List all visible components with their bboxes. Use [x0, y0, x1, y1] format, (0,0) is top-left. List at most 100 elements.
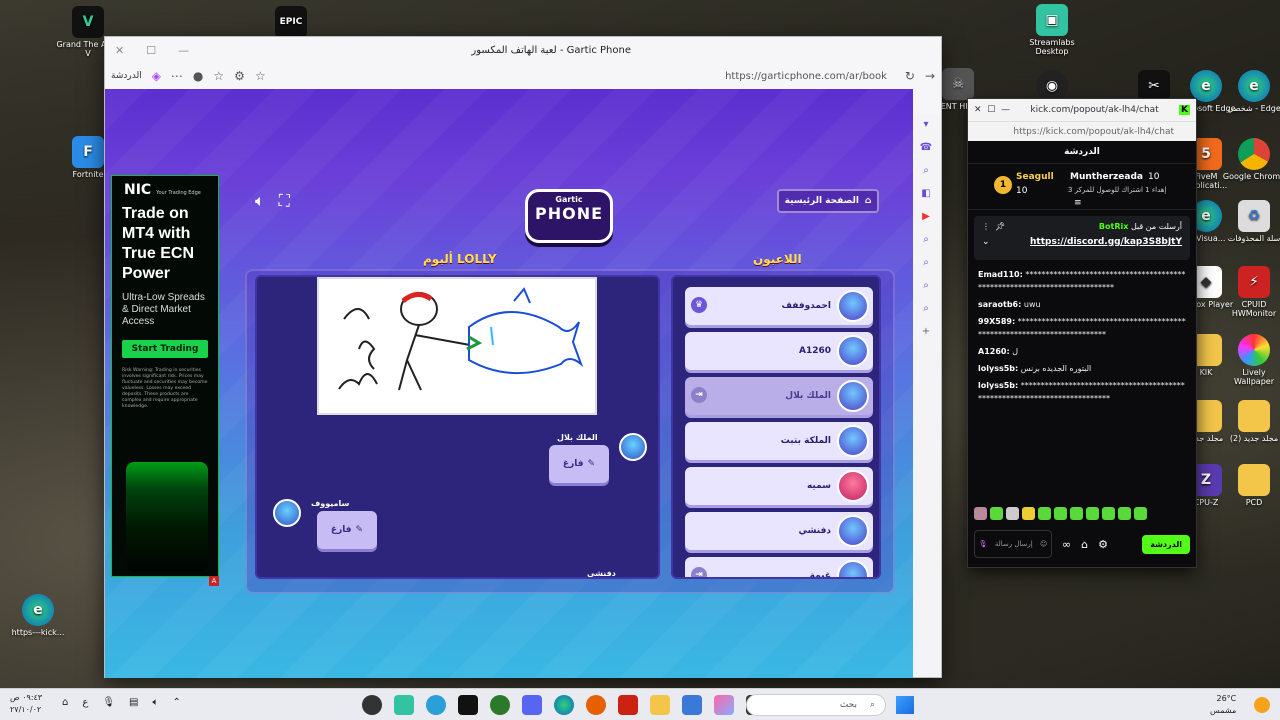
extensions-icon[interactable]: ⚙: [234, 69, 245, 83]
ad-banner[interactable]: NIC Your Trading Edge Trade on MT4 with …: [111, 175, 219, 577]
more-icon[interactable]: ⋯: [171, 69, 183, 83]
desktop-icon-pcd[interactable]: PCD: [1222, 464, 1280, 507]
player-row: A1260: [685, 332, 873, 370]
chat-input-bar: 🎙︎ إرسال رسالة ☺ ∞ ⌂ ⚙ الدردشة: [974, 529, 1190, 559]
network-icon[interactable]: ▤: [129, 697, 138, 708]
filter-icon[interactable]: ≡: [1074, 198, 1082, 208]
desktop-icon-kick-shortcut[interactable]: e https---kick...: [6, 594, 70, 637]
sidebar-app-icon[interactable]: ◧: [921, 188, 930, 199]
emote-icon[interactable]: [990, 507, 1003, 520]
ad-brand: NIC Your Trading Edge: [124, 182, 201, 198]
weather[interactable]: 26°C مشمس: [1210, 693, 1236, 717]
home-button[interactable]: الصفحة الرئيسية ⌂: [777, 189, 879, 213]
xbox-taskbar-icon[interactable]: [490, 695, 510, 715]
sidebar-search-icon-4[interactable]: ⌕: [923, 280, 929, 291]
leader-name: Seagull: [1016, 172, 1054, 182]
ad-choices-icon[interactable]: A: [209, 576, 219, 586]
desktop-icon-lively[interactable]: Lively Wallpaper: [1222, 334, 1280, 386]
infinity-icon[interactable]: ∞: [1062, 538, 1071, 551]
chat-message: 99X589: ********************************…: [978, 317, 1186, 339]
pinned-link[interactable]: https://discord.gg/kap3S8bJtY: [1030, 237, 1182, 247]
maximize-icon[interactable]: ☐: [146, 44, 156, 57]
language-icon[interactable]: ع: [82, 697, 88, 708]
sidebar-search-icon-5[interactable]: ⌕: [923, 303, 929, 314]
desktop-icon-label: KIK: [1199, 368, 1213, 377]
send-chat-button[interactable]: الدردشة: [1142, 534, 1190, 554]
obs-taskbar-icon[interactable]: [362, 695, 382, 715]
fullscreen-icon[interactable]: ⛶: [279, 191, 290, 211]
emote-icon[interactable]: [1006, 507, 1019, 520]
epic-taskbar-icon[interactable]: [458, 695, 478, 715]
desktop-icon-hwmonitor[interactable]: ⚡ CPUID HWMonitor: [1222, 266, 1280, 318]
settings-icon[interactable]: ⚙: [1098, 538, 1108, 551]
kick-player-icon[interactable]: ⇥: [691, 387, 707, 403]
taskbar-search[interactable]: بحث ⌕: [746, 694, 886, 716]
reload-icon[interactable]: ↻: [905, 69, 915, 83]
discord-taskbar-icon[interactable]: [522, 695, 542, 715]
emote-icon[interactable]: [1086, 507, 1099, 520]
browser-window: ✕ ☐ — لعبة الهاتف المكسور - Gartic Phone…: [104, 36, 942, 678]
sidebar-search-icon-3[interactable]: ⌕: [923, 257, 929, 268]
copilot-taskbar-icon[interactable]: [714, 695, 734, 715]
volume-icon[interactable]: 🔈︎: [152, 697, 158, 708]
copilot-icon[interactable]: ◈: [152, 69, 161, 83]
chevron-up-icon[interactable]: ⌃: [172, 697, 180, 708]
mic-icon[interactable]: 🎙︎: [102, 697, 115, 708]
forward-icon[interactable]: →: [925, 69, 935, 83]
store-icon[interactable]: ⌂: [1081, 538, 1088, 551]
emote-icon[interactable]: [1022, 507, 1035, 520]
start-icon[interactable]: [896, 696, 914, 714]
acrobat-taskbar-icon[interactable]: [618, 695, 638, 715]
url-field[interactable]: https://garticphone.com/ar/book: [276, 71, 895, 82]
sidebar-youtube-icon[interactable]: ▶: [922, 211, 930, 222]
bot-name: BotRix: [1098, 222, 1129, 231]
file-explorer-taskbar-icon[interactable]: [650, 695, 670, 715]
sidebar-gartic-icon[interactable]: ☎: [920, 142, 932, 153]
emote-icon[interactable]: [1118, 507, 1131, 520]
kick-url[interactable]: https://kick.com/popout/ak-lh4/chat: [1013, 127, 1174, 137]
add-favorite-icon[interactable]: ☆: [255, 69, 266, 83]
emote-icon[interactable]: [1038, 507, 1051, 520]
favorites-icon[interactable]: ☆: [213, 69, 224, 83]
notification-icon[interactable]: ⌂: [62, 697, 68, 708]
emote-icon[interactable]: [1054, 507, 1067, 520]
desktop-icon-recycle-bin[interactable]: ♻ سلة المحذوفات: [1222, 200, 1280, 243]
copilot-chat-label[interactable]: الدردشة: [111, 71, 142, 81]
sidebar-search-icon[interactable]: ⌕: [923, 165, 929, 176]
profile-avatar-icon[interactable]: ●: [193, 69, 203, 83]
mic-icon[interactable]: 🎙︎: [979, 540, 988, 548]
telegram-taskbar-icon[interactable]: [426, 695, 446, 715]
pin-menu-icon[interactable]: ⋮ 📌︎: [982, 222, 1005, 231]
close-icon[interactable]: ✕: [115, 44, 124, 57]
clock[interactable]: ٠٩:٤٣ ص ٢٧/١٠/٠٢: [10, 692, 42, 716]
sidebar-add-icon[interactable]: +: [922, 326, 930, 337]
emote-icon[interactable]: [1070, 507, 1083, 520]
store-taskbar-icon[interactable]: [682, 695, 702, 715]
chat-input[interactable]: 🎙︎ إرسال رسالة ☺: [974, 530, 1052, 558]
ad-cta-button[interactable]: Start Trading: [122, 340, 208, 358]
volume-icon[interactable]: 🔈︎: [255, 191, 265, 211]
streamlabs-taskbar-icon[interactable]: [394, 695, 414, 715]
firefox-taskbar-icon[interactable]: [586, 695, 606, 715]
desktop-icon-chrome[interactable]: Google Chrome: [1222, 138, 1280, 181]
players-list[interactable]: ♛ احمدوففف A1260 ⇥ الملك بلال الملكة بتب…: [671, 275, 881, 579]
emote-icon[interactable]: [974, 507, 987, 520]
sidebar-search-icon-2[interactable]: ⌕: [923, 234, 929, 245]
gifter-name: Muntherzeada: [1070, 172, 1143, 182]
chat-message: lolyss5b: البتوره الجديده برنس: [978, 364, 1092, 373]
desktop-icon-new-folder-2[interactable]: مجلد جديد (2): [1222, 400, 1280, 443]
emote-icon[interactable]: [1102, 507, 1115, 520]
kick-player-icon[interactable]: ⇥: [691, 567, 707, 577]
sidebar-tab-icon[interactable]: ▾: [923, 119, 928, 130]
chevron-down-icon[interactable]: ⌄: [982, 237, 990, 247]
desktop-icon-edge-personal[interactable]: e شخصي - Edge: [1222, 70, 1280, 113]
desktop-icon-streamlabs[interactable]: ▣ Streamlabs Desktop: [1020, 4, 1084, 56]
emote-icon[interactable]: [1134, 507, 1147, 520]
emoji-icon[interactable]: ☺: [1040, 540, 1047, 548]
minimize-icon[interactable]: —: [178, 44, 189, 57]
edge-taskbar-icon[interactable]: [554, 695, 574, 715]
album-panel[interactable]: الملك بلال فارغ ✎ ساميووف فارغ ✎ دفنشي: [255, 275, 660, 579]
desktop-icon-epic[interactable]: EPIC: [259, 6, 323, 40]
pinned-message[interactable]: ⋮ 📌︎ BotRix أرسلت من قبل ⌄ https://disco…: [974, 216, 1190, 260]
desktop-icon-label: CPUID HWMonitor: [1231, 300, 1277, 319]
